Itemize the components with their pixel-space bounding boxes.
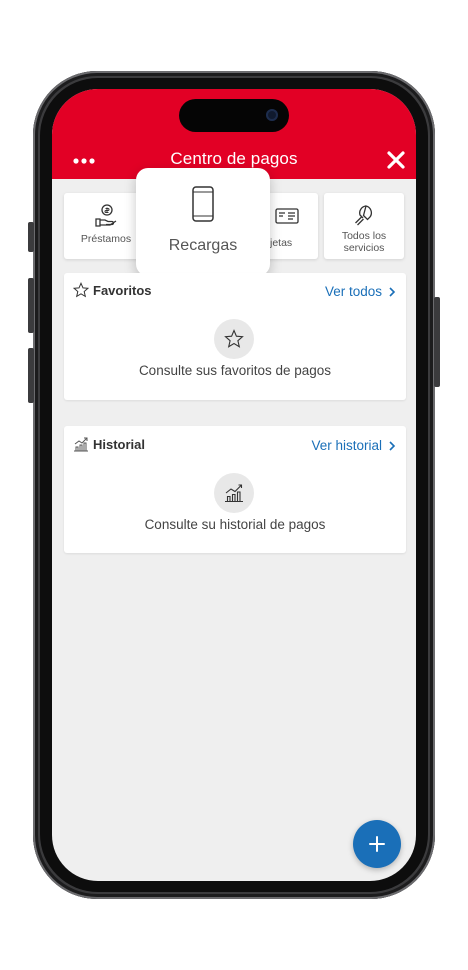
page-title: Centro de pagos xyxy=(170,149,298,168)
phone-icon xyxy=(192,186,214,222)
quick-action-todos-servicios[interactable]: Todos los servicios xyxy=(324,193,404,259)
app-header: Centro de pagos xyxy=(52,89,416,179)
history-section: Historial Ver historial Consulte su hist… xyxy=(64,426,406,553)
lightbulb-icon xyxy=(355,205,373,226)
favorites-section: Favoritos Ver todos Consulte sus favorit… xyxy=(64,273,406,400)
ver-todos-label: Ver todos xyxy=(324,284,382,299)
chevron-right-icon xyxy=(389,287,396,297)
ver-historial-label: Ver historial xyxy=(311,438,382,453)
front-camera xyxy=(266,109,278,121)
chart-icon xyxy=(225,484,243,503)
popup-label: Recargas xyxy=(168,237,238,254)
history-title: Historial xyxy=(93,437,146,452)
volume-up-button xyxy=(28,278,34,333)
add-button[interactable] xyxy=(353,820,401,868)
chart-icon xyxy=(74,437,88,452)
quick-action-label: Todos los servicios xyxy=(341,230,387,254)
star-icon xyxy=(73,282,89,298)
favorites-empty-badge xyxy=(214,319,254,359)
quick-action-recargas-popup[interactable]: Recargas xyxy=(136,168,270,276)
ver-todos-link[interactable]: Ver todos xyxy=(325,284,396,299)
app-screen: Centro de pagos Préstamos jetas Todos lo… xyxy=(52,89,416,881)
loan-hand-coin-icon xyxy=(95,204,117,227)
silent-switch xyxy=(28,222,34,252)
chevron-right-icon xyxy=(389,441,396,451)
power-button xyxy=(434,297,440,387)
favorites-title: Favoritos xyxy=(93,283,152,298)
star-icon xyxy=(224,329,244,348)
dynamic-island xyxy=(179,99,289,132)
history-empty-badge xyxy=(214,473,254,513)
plus-icon xyxy=(369,836,385,852)
volume-down-button xyxy=(28,348,34,403)
history-empty-text: Consulte su historial de pagos xyxy=(144,517,326,532)
favorites-empty-text: Consulte sus favoritos de pagos xyxy=(138,363,332,378)
card-id-icon xyxy=(275,208,299,224)
close-icon[interactable] xyxy=(385,149,407,171)
ver-historial-link[interactable]: Ver historial xyxy=(311,438,396,453)
